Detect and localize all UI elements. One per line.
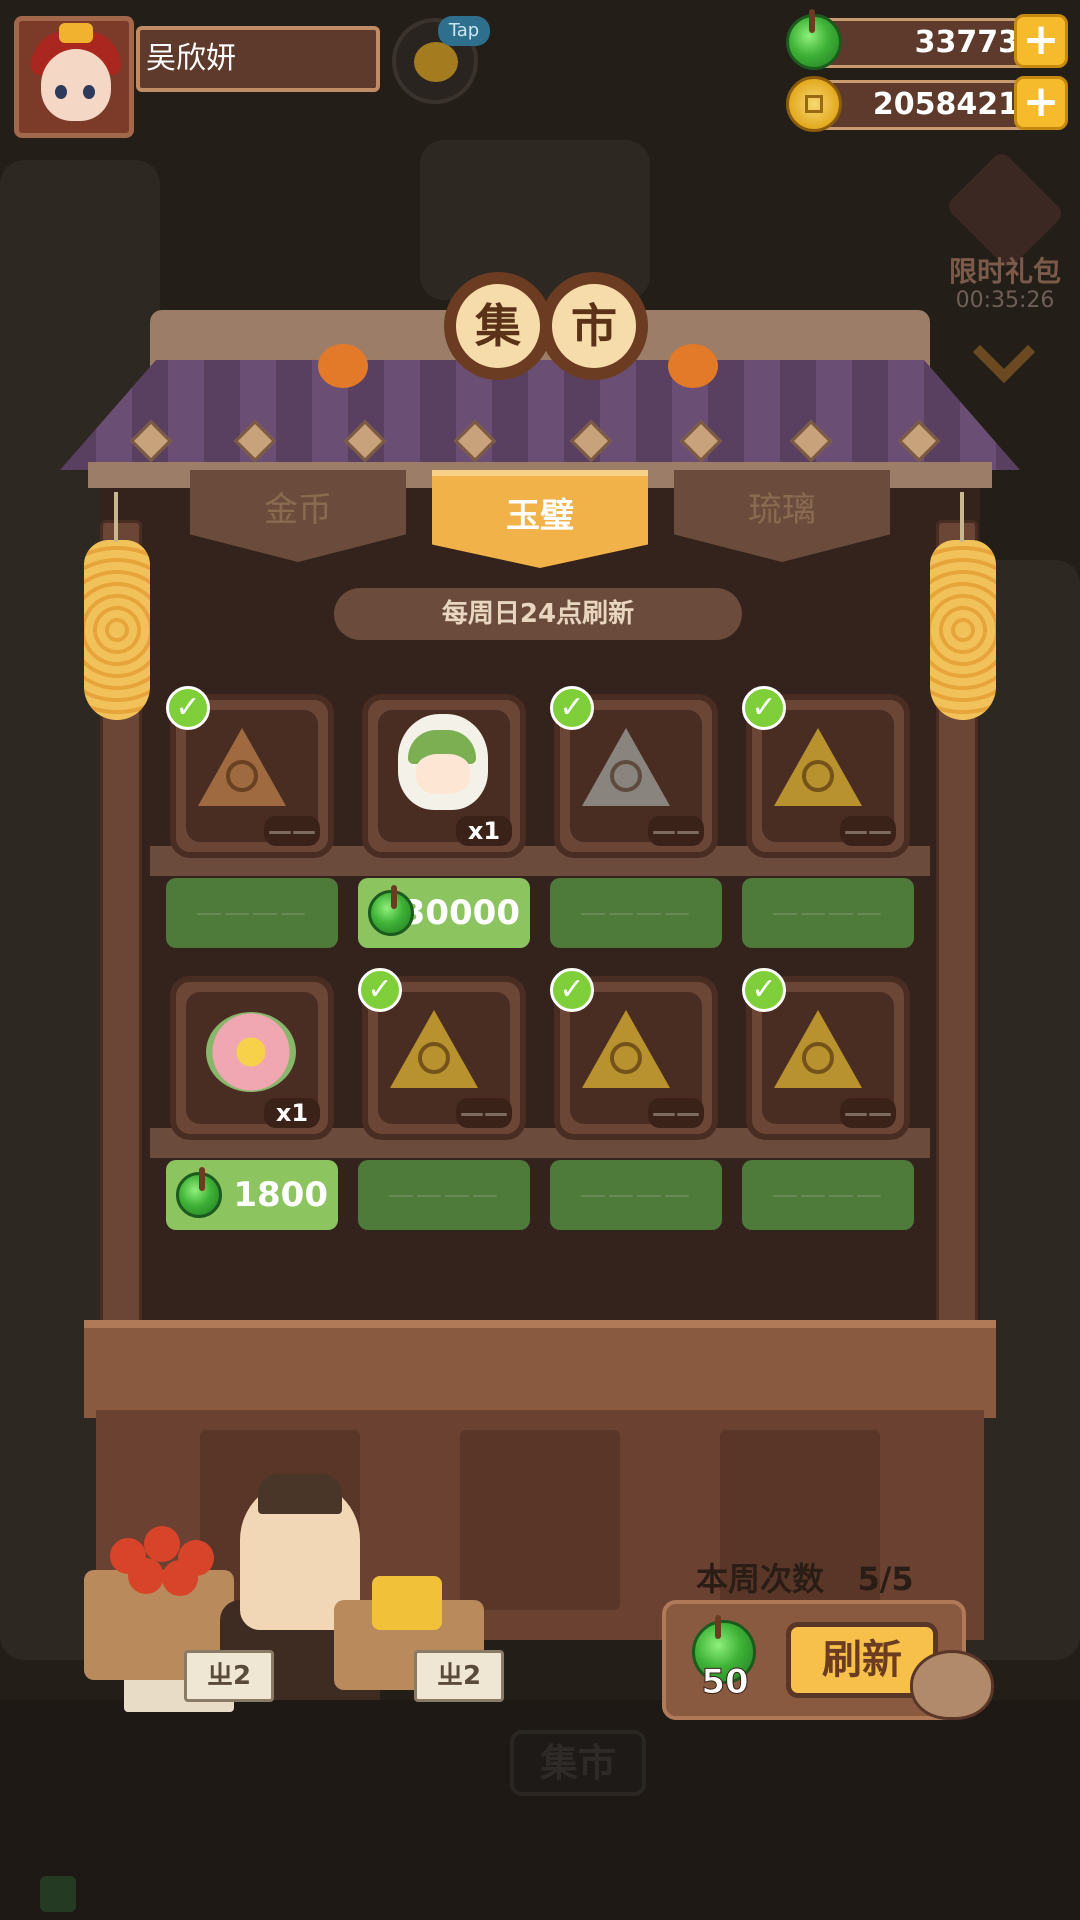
purchased-check-icon: ✓: [742, 968, 786, 1012]
add-coin-button[interactable]: +: [1014, 76, 1068, 130]
limited-gift-button[interactable]: 限时礼包 00:35:26: [940, 149, 1070, 320]
item-quantity: ——: [840, 1098, 896, 1128]
antler-rune-mark: [610, 1042, 642, 1074]
price-button-sold-out: ————: [550, 878, 722, 948]
avatar-eye: [83, 85, 95, 99]
shop-item-slot[interactable]: x1: [170, 976, 334, 1140]
chevron-down-icon[interactable]: [972, 320, 1036, 384]
antler-rune-mark: [802, 1042, 834, 1074]
persimmon-decoration: [668, 344, 718, 388]
player-name: 吴欣妍: [136, 26, 380, 92]
counter-panel: [460, 1430, 620, 1610]
item-quantity: ——: [648, 816, 704, 846]
coin-icon: [786, 76, 842, 132]
price-button-sold-out: ————: [166, 878, 338, 948]
weekly-refresh-count: 本周次数 5/5: [696, 1554, 976, 1600]
price-button-sold-out: ————: [550, 1160, 722, 1230]
mascot-icon: [910, 1650, 994, 1720]
corner-indicator: [40, 1876, 76, 1912]
merchant-hat: [258, 1474, 342, 1514]
jade-counter: 33773: [808, 18, 1038, 68]
fruit-icon: [162, 1560, 198, 1596]
spiral-rune-mark: [802, 760, 834, 792]
purchased-check-icon: ✓: [166, 686, 210, 730]
item-quantity: x1: [456, 816, 512, 846]
taptap-face-icon: [414, 42, 458, 82]
item-quantity: x1: [264, 1098, 320, 1128]
corn-decoration-left: [84, 492, 150, 720]
item-quantity: ——: [456, 1098, 512, 1128]
stall-counter: [84, 1320, 996, 1418]
roof-tiles: [60, 360, 1020, 470]
avatar-crown: [59, 23, 93, 43]
flower-item-icon: [206, 1012, 296, 1092]
turtle-rune-mark: [418, 1042, 450, 1074]
price-tag-left: ㄓ2: [184, 1650, 274, 1702]
item-quantity: ——: [840, 816, 896, 846]
coin-counter: 2058421: [808, 80, 1038, 130]
purchased-check-icon: ✓: [550, 686, 594, 730]
player-avatar[interactable]: [14, 16, 134, 138]
gold-ingot-icon: [372, 1576, 442, 1630]
price-button-sold-out: ————: [358, 1160, 530, 1230]
purchased-check-icon: ✓: [358, 968, 402, 1012]
jade-gem-icon: [786, 9, 842, 70]
shop-item-slot[interactable]: x1: [362, 694, 526, 858]
corn-decoration-right: [930, 492, 996, 720]
item-quantity: ——: [648, 1098, 704, 1128]
avatar-face: [41, 49, 111, 121]
gift-label: 限时礼包: [948, 255, 1061, 288]
jade-gem-icon: [176, 1167, 222, 1218]
purchased-check-icon: ✓: [550, 968, 594, 1012]
refresh-cost: 50: [701, 1662, 749, 1703]
weekly-label: 本周次数: [696, 1560, 825, 1598]
sun-rune-mark: [226, 760, 258, 792]
avatar-eye: [55, 85, 67, 99]
purchased-check-icon: ✓: [742, 686, 786, 730]
taptap-badge: Tap: [438, 16, 490, 46]
price-value: 30000: [401, 893, 520, 933]
wave-rune-mark: [610, 760, 642, 792]
title-char-1: 集: [444, 272, 552, 380]
price-tag-right: ㄓ2: [414, 1650, 504, 1702]
weekly-count: 5/5: [857, 1560, 914, 1598]
price-button-sold-out: ————: [742, 1160, 914, 1230]
item-quantity: ——: [264, 816, 320, 846]
price-button-sold-out: ————: [742, 878, 914, 948]
persimmon-decoration: [318, 344, 368, 388]
price-value: 1800: [233, 1175, 328, 1215]
jade-gem-icon: [368, 885, 414, 936]
refresh-notice: 每周日24点刷新: [334, 588, 742, 640]
fruit-icon: [144, 1526, 180, 1562]
price-button[interactable]: 1800: [166, 1160, 338, 1230]
gift-timer: 00:35:26: [955, 288, 1055, 313]
market-nav-button[interactable]: 集市: [510, 1730, 646, 1796]
title-char-2: 市: [540, 272, 648, 380]
fruit-icon: [128, 1558, 164, 1594]
add-jade-button[interactable]: +: [1014, 14, 1068, 68]
character-face: [416, 754, 470, 794]
price-button[interactable]: 30000: [358, 878, 530, 948]
